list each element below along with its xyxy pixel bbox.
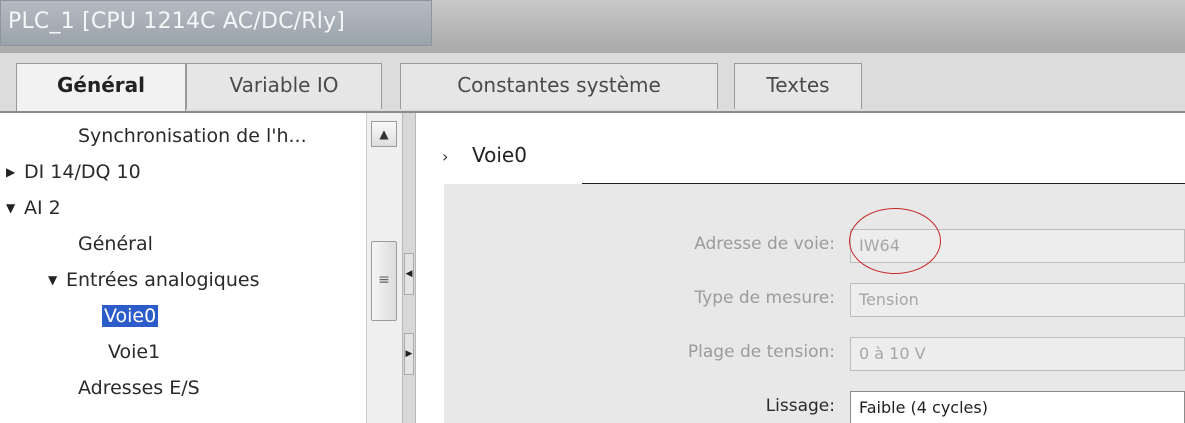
tab-textes[interactable]: Textes [734,63,862,109]
voltage-range-label: Plage de tension: [687,342,835,362]
tree-item-adresses-es[interactable]: Adresses E/S [78,377,200,399]
channel-address-label: Adresse de voie: [694,234,835,254]
pane-splitter[interactable]: ◀ ▶ [402,113,416,423]
tree-item-synchronisation[interactable]: Synchronisation de l'h... [78,125,307,147]
navigation-tree: Synchronisation de l'h... ▶ DI 14/DQ 10 ▼… [0,113,366,423]
tree-scrollbar[interactable]: ▲ ≡ [366,113,403,423]
tree-item-label: AI 2 [24,197,61,219]
tree-item-entrees-analogiques[interactable]: ▼ Entrées analogiques [48,269,259,291]
title-tab: PLC_1 [CPU 1214C AC/DC/Rly] [0,0,432,46]
window-title: PLC_1 [CPU 1214C AC/DC/Rly] [8,9,346,34]
tab-general[interactable]: Général [16,63,186,111]
tree-item-label: Synchronisation de l'h... [78,125,307,147]
collapse-arrow-icon[interactable]: ▼ [6,201,24,215]
collapse-arrow-icon[interactable]: ▼ [48,273,66,287]
tree-item-di-dq[interactable]: ▶ DI 14/DQ 10 [6,161,141,183]
tree-item-voie0[interactable]: Voie0 [102,305,159,327]
expand-right-icon[interactable]: ▶ [404,333,414,375]
title-bar: PLC_1 [CPU 1214C AC/DC/Rly] [0,0,1185,53]
tree-item-label: Général [78,233,153,255]
tree-item-label: Entrées analogiques [66,269,260,291]
annotation-circle [849,208,941,274]
tree-item-ai2[interactable]: ▼ AI 2 [6,197,61,219]
properties-window: PLC_1 [CPU 1214C AC/DC/Rly] Général Vari… [0,0,1185,423]
section-header-voie0[interactable]: › Voie0 [442,143,527,167]
measurement-type-field: Tension [850,283,1185,317]
expand-arrow-icon[interactable]: ▶ [6,165,24,179]
smoothing-select[interactable]: Faible (4 cycles) [850,391,1185,423]
scroll-thumb[interactable]: ≡ [371,241,397,321]
tab-bar: Général Variable IO Constantes système T… [0,53,1185,113]
tree-item-label: Adresses E/S [78,377,200,399]
voltage-range-field: 0 à 10 V [850,337,1185,371]
tab-constantes-systeme[interactable]: Constantes système [400,63,718,109]
tree-item-voie1[interactable]: Voie1 [108,341,160,363]
channel-settings-panel: Adresse de voie: IW64 Type de mesure: Te… [444,184,1185,423]
section-title: Voie0 [472,143,527,167]
measurement-type-label: Type de mesure: [694,288,835,308]
properties-content: › Voie0 Adresse de voie: IW64 Type de mes… [416,113,1185,423]
collapse-left-icon[interactable]: ◀ [404,253,414,295]
chevron-right-icon[interactable]: › [442,147,472,166]
tree-item-label: Voie0 [102,305,159,327]
tab-variable-io[interactable]: Variable IO [186,63,382,109]
tree-item-label: DI 14/DQ 10 [24,161,141,183]
smoothing-label: Lissage: [765,396,835,416]
scroll-up-button[interactable]: ▲ [371,121,397,147]
tree-item-label: Voie1 [108,341,161,363]
tree-item-general[interactable]: Général [78,233,153,255]
